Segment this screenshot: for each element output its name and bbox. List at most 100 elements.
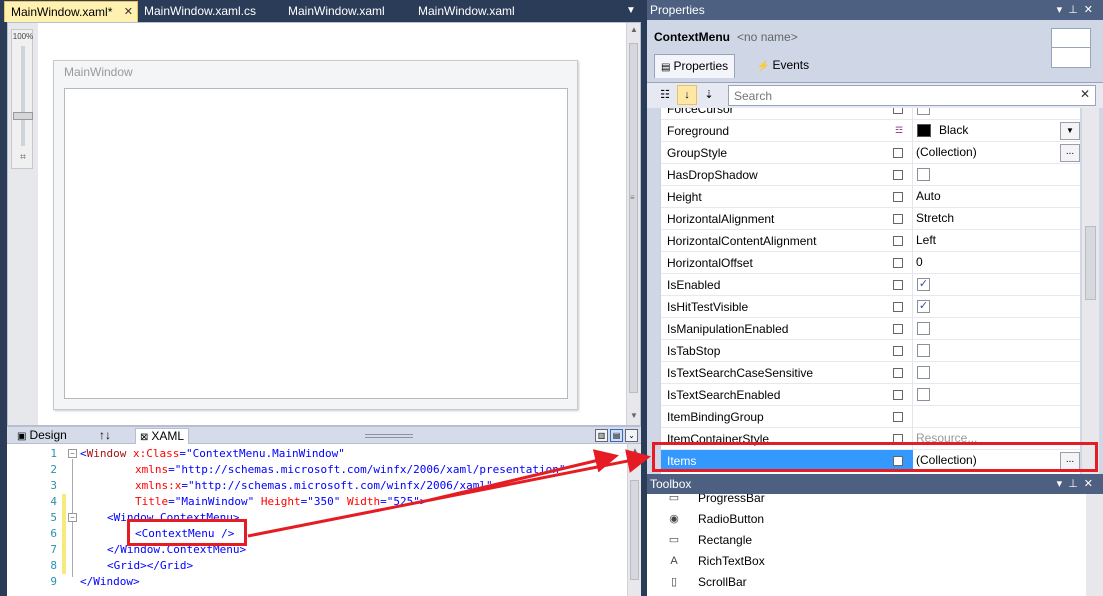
vertical-split-button[interactable]: ▥: [595, 429, 608, 442]
property-marker-icon[interactable]: [893, 390, 903, 400]
color-swatch[interactable]: [917, 124, 931, 137]
property-checkbox[interactable]: [917, 322, 930, 335]
property-row-groupstyle[interactable]: GroupStyle (Collection)...: [661, 142, 1080, 164]
property-row-foreground[interactable]: Foreground ☲ Black ▼: [661, 120, 1080, 142]
property-row-forcecursor[interactable]: ForceCursor: [661, 108, 1080, 120]
property-search-input[interactable]: [734, 88, 1064, 104]
splitter-grip[interactable]: [365, 434, 413, 438]
ellipsis-button[interactable]: ...: [1060, 144, 1080, 162]
close-icon[interactable]: ✕: [1084, 4, 1099, 16]
property-value[interactable]: Stretch: [916, 211, 954, 225]
toolbox-item-radiobutton[interactable]: RadioButton: [698, 509, 764, 530]
selected-element-name[interactable]: <no name>: [737, 30, 798, 44]
scrollbar-thumb[interactable]: [1085, 226, 1096, 300]
scroll-up-icon[interactable]: ▲: [629, 446, 641, 458]
tab-mainwindow-xaml-3[interactable]: MainWindow.xaml: [412, 1, 540, 22]
close-icon[interactable]: ✕: [124, 2, 133, 23]
zoom-fit-icon[interactable]: ⌗: [15, 152, 31, 166]
pin-icon[interactable]: ⊥: [1068, 478, 1084, 490]
property-row-horizontalcontentalignment[interactable]: HorizontalContentAlignment Left: [661, 230, 1080, 252]
properties-vertical-scrollbar[interactable]: [1082, 108, 1099, 474]
property-value[interactable]: Black: [939, 123, 968, 137]
tab-design[interactable]: ▣ Design: [13, 428, 71, 444]
toolbox-item-progressbar[interactable]: ProgressBar: [698, 494, 765, 509]
property-value[interactable]: 0: [916, 255, 923, 269]
property-row-istextsearchenabled[interactable]: IsTextSearchEnabled: [661, 384, 1080, 406]
property-marker-icon[interactable]: [893, 368, 903, 378]
property-row-isenabled[interactable]: IsEnabled ✓: [661, 274, 1080, 296]
sort-by-source-button[interactable]: ⇣: [699, 85, 719, 105]
property-marker-icon[interactable]: [893, 324, 903, 334]
property-row-istabstop[interactable]: IsTabStop: [661, 340, 1080, 362]
close-icon[interactable]: ✕: [1084, 478, 1099, 490]
fold-toggle-icon[interactable]: −: [68, 449, 77, 458]
tab-mainwindow-xaml-2[interactable]: MainWindow.xaml: [282, 1, 410, 22]
property-value[interactable]: (Collection): [916, 145, 977, 159]
toolbox-item-scrollbar[interactable]: ScrollBar: [698, 572, 747, 593]
tab-events[interactable]: ⚡ Events: [751, 54, 815, 78]
tab-list-dropdown-icon[interactable]: ▼: [624, 4, 638, 18]
property-checkbox[interactable]: ✓: [917, 278, 930, 291]
zoom-track[interactable]: [21, 46, 25, 146]
property-row-horizontalalignment[interactable]: HorizontalAlignment Stretch: [661, 208, 1080, 230]
scroll-down-icon[interactable]: ▼: [628, 411, 640, 423]
property-marker-icon[interactable]: [893, 214, 903, 224]
property-row-hasdropshadow[interactable]: HasDropShadow: [661, 164, 1080, 186]
tab-properties[interactable]: ▤ Properties: [654, 54, 736, 78]
property-row-istextsearchcasesensitive[interactable]: IsTextSearchCaseSensitive: [661, 362, 1080, 384]
property-marker-icon[interactable]: ☲: [893, 126, 905, 136]
swap-panes-button[interactable]: ↑↓: [95, 428, 115, 444]
zoom-thumb[interactable]: [13, 112, 33, 120]
window-client-area[interactable]: [64, 88, 568, 399]
pane-dropdown-icon[interactable]: ▾: [1057, 4, 1069, 16]
property-value[interactable]: Auto: [916, 189, 941, 203]
clear-search-icon[interactable]: ✕: [1080, 87, 1090, 101]
toolbox-item-richtextbox[interactable]: RichTextBox: [698, 551, 765, 572]
window-preview[interactable]: MainWindow: [53, 60, 578, 410]
designer-vertical-scrollbar[interactable]: ▲ ≡ ▼: [626, 23, 640, 425]
alphabetical-sort-button[interactable]: ↓: [677, 85, 697, 105]
property-checkbox[interactable]: [917, 168, 930, 181]
property-marker-icon[interactable]: [893, 170, 903, 180]
fold-toggle-icon[interactable]: −: [68, 513, 77, 522]
tab-mainwindow-xaml-cs[interactable]: MainWindow.xaml.cs: [138, 1, 280, 22]
scroll-up-icon[interactable]: ▲: [628, 25, 640, 37]
scrollbar-thumb[interactable]: [630, 480, 639, 580]
property-row-horizontaloffset[interactable]: HorizontalOffset 0: [661, 252, 1080, 274]
property-checkbox[interactable]: [917, 344, 930, 357]
collapse-pane-button[interactable]: ⌄: [625, 429, 638, 442]
horizontal-split-button[interactable]: ▤: [610, 429, 623, 442]
property-marker-icon[interactable]: [893, 108, 903, 114]
property-value[interactable]: Left: [916, 233, 936, 247]
property-marker-icon[interactable]: [893, 346, 903, 356]
property-checkbox[interactable]: [917, 108, 930, 115]
property-marker-icon[interactable]: [893, 258, 903, 268]
zoom-slider[interactable]: 100% ⌗: [11, 29, 33, 169]
toolbox-vertical-scrollbar[interactable]: [1086, 494, 1103, 596]
tab-xaml[interactable]: ⊠ XAML: [135, 428, 190, 445]
property-marker-icon[interactable]: [893, 302, 903, 312]
editor-vertical-scrollbar[interactable]: ▲: [627, 444, 641, 596]
categorized-view-button[interactable]: ☷: [655, 85, 675, 105]
property-marker-icon[interactable]: [893, 148, 903, 158]
pin-icon[interactable]: ⊥: [1068, 4, 1084, 16]
property-marker-icon[interactable]: [893, 280, 903, 290]
pane-dropdown-icon[interactable]: ▾: [1057, 478, 1069, 490]
tab-mainwindow-xaml-modified[interactable]: MainWindow.xaml* ✕: [4, 1, 138, 22]
scrollbar-thumb[interactable]: [629, 43, 638, 393]
property-marker-icon[interactable]: [893, 236, 903, 246]
property-row-itembindinggroup[interactable]: ItemBindingGroup: [661, 406, 1080, 428]
property-checkbox[interactable]: ✓: [917, 300, 930, 313]
property-checkbox[interactable]: [917, 366, 930, 379]
property-row-ismanipulationenabled[interactable]: IsManipulationEnabled: [661, 318, 1080, 340]
property-row-ishittestvisible[interactable]: IsHitTestVisible ✓: [661, 296, 1080, 318]
dropdown-button[interactable]: ▼: [1060, 122, 1080, 140]
property-search-box[interactable]: ✕: [728, 85, 1096, 106]
property-marker-icon[interactable]: [893, 192, 903, 202]
xaml-code-editor[interactable]: 1 2 3 4 5 6 7 8 9 − − <Window x:Class="C…: [7, 444, 641, 596]
toolbox-item-rectangle[interactable]: Rectangle: [698, 530, 752, 551]
property-marker-icon[interactable]: [893, 412, 903, 422]
property-row-height[interactable]: Height Auto: [661, 186, 1080, 208]
property-checkbox[interactable]: [917, 388, 930, 401]
design-canvas[interactable]: MainWindow: [38, 23, 626, 425]
